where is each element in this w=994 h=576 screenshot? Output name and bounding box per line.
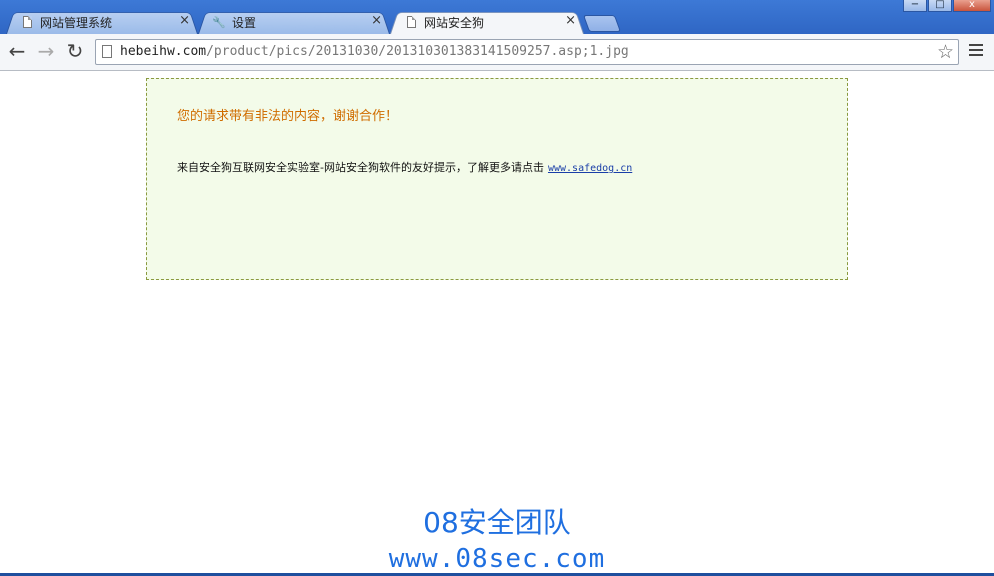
url-text: hebeihw.com/product/pics/20131030/201310… [120, 44, 629, 59]
minimize-button[interactable]: − [903, 0, 927, 12]
tab-label: 网站管理系统 [40, 16, 113, 30]
url-host: hebeihw.com [120, 44, 207, 59]
reload-button[interactable]: ↻ [64, 40, 86, 62]
page-icon [20, 15, 34, 29]
tab-safedog[interactable]: 网站安全狗 × [390, 10, 584, 34]
url-path: /product/pics/20131030/20131030138314150… [206, 44, 629, 59]
bookmark-star-icon[interactable]: ☆ [937, 41, 954, 63]
page-icon [102, 45, 112, 58]
close-icon[interactable]: × [179, 13, 190, 28]
tab-settings[interactable]: 🔧 设置 × [198, 10, 390, 34]
new-tab-button[interactable] [582, 15, 622, 32]
forward-button[interactable]: → [35, 40, 57, 62]
watermark-url: www.08sec.com [388, 544, 606, 574]
watermark-title: 08安全团队 [423, 506, 571, 539]
tab-strip: 网站管理系统 × 🔧 设置 × 网站安全狗 × − □ x [0, 0, 994, 34]
back-button[interactable]: ← [6, 40, 28, 62]
close-window-button[interactable]: x [953, 0, 991, 12]
tab-label: 设置 [232, 16, 257, 30]
toolbar: ← → ↻ hebeihw.com/product/pics/20131030/… [0, 34, 994, 71]
warning-message: 您的请求带有非法的内容，谢谢合作！ [177, 109, 399, 124]
close-icon[interactable]: × [565, 13, 576, 28]
tab-website-admin[interactable]: 网站管理系统 × [6, 10, 198, 34]
tab-label: 网站安全狗 [424, 16, 485, 30]
notice-box: 您的请求带有非法的内容，谢谢合作！ 来自安全狗互联网安全实验室-网站安全狗软件的… [146, 78, 848, 280]
menu-icon[interactable] [969, 44, 983, 59]
maximize-button[interactable]: □ [928, 0, 952, 12]
info-text: 来自安全狗互联网安全实验室-网站安全狗软件的友好提示，了解更多请点击 [177, 161, 544, 174]
info-message: 来自安全狗互联网安全实验室-网站安全狗软件的友好提示，了解更多请点击 www.sa… [177, 159, 632, 175]
wrench-icon: 🔧 [212, 15, 226, 29]
address-bar[interactable]: hebeihw.com/product/pics/20131030/201310… [95, 39, 959, 65]
safedog-link[interactable]: www.safedog.cn [548, 163, 632, 174]
close-icon[interactable]: × [371, 13, 382, 28]
page-icon [404, 15, 418, 29]
